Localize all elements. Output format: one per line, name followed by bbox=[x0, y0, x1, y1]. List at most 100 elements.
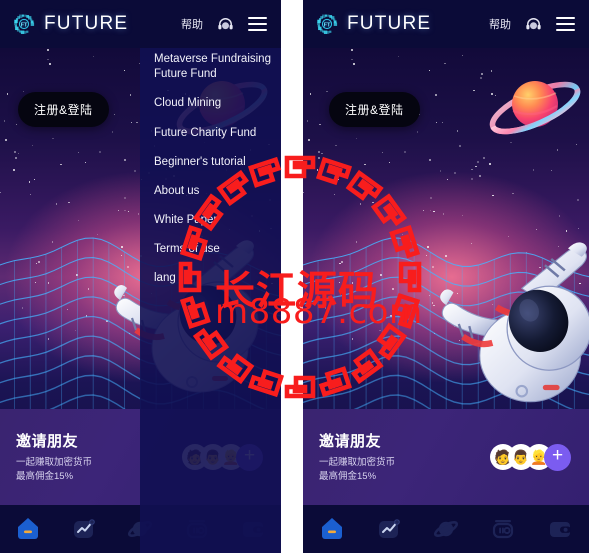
star bbox=[353, 62, 356, 65]
hamburger-bar bbox=[248, 28, 267, 32]
hamburger-bar bbox=[556, 22, 575, 26]
add-friend-button[interactable]: + bbox=[544, 443, 571, 471]
menu-item-cloud-mining[interactable]: Cloud Mining bbox=[154, 96, 281, 111]
star bbox=[52, 137, 54, 139]
star bbox=[123, 70, 125, 72]
menu-item-about-us[interactable]: About us bbox=[154, 184, 281, 199]
star bbox=[492, 194, 494, 197]
hamburger-bar bbox=[248, 22, 267, 26]
star bbox=[30, 194, 32, 196]
invite-title: 邀请朋友 bbox=[319, 433, 382, 451]
hamburger-menu-icon[interactable] bbox=[248, 16, 267, 32]
hamburger-menu-icon[interactable] bbox=[556, 16, 575, 32]
nav-item-market[interactable] bbox=[372, 512, 406, 546]
nav-item-planet[interactable] bbox=[429, 512, 463, 546]
star bbox=[439, 170, 441, 172]
star bbox=[333, 194, 335, 196]
star bbox=[473, 90, 475, 92]
star bbox=[3, 120, 5, 122]
star bbox=[49, 62, 52, 65]
future-logo-icon: FT bbox=[315, 12, 339, 36]
star bbox=[351, 59, 353, 61]
star bbox=[308, 139, 310, 141]
register-login-button[interactable]: 注册&登陆 bbox=[329, 92, 420, 127]
star bbox=[512, 192, 514, 195]
menu-item-charity-fund[interactable]: Future Charity Fund bbox=[154, 126, 281, 141]
menu-item-lang[interactable]: lang bbox=[154, 271, 281, 286]
menu-item-beginners-tutorial[interactable]: Beginner's tutorial bbox=[154, 155, 281, 170]
star bbox=[372, 201, 374, 204]
star bbox=[84, 161, 86, 163]
star bbox=[381, 151, 384, 154]
menu-item-metaverse-fund[interactable]: Metaverse Fundraising Future Fund bbox=[154, 52, 281, 82]
app-header-left: FT FUTURE 帮助 bbox=[0, 0, 281, 48]
star bbox=[428, 70, 431, 72]
star bbox=[471, 169, 473, 171]
star bbox=[337, 178, 339, 181]
headset-icon[interactable] bbox=[217, 16, 234, 33]
star bbox=[316, 169, 319, 171]
star bbox=[441, 121, 443, 123]
star bbox=[360, 203, 362, 205]
star bbox=[309, 93, 312, 95]
star bbox=[326, 90, 328, 92]
invite-subtitle-1: 一起赚取加密货币 bbox=[319, 457, 396, 469]
brand-title: FUTURE bbox=[347, 13, 432, 34]
star bbox=[14, 156, 17, 159]
star bbox=[532, 169, 534, 171]
menu-item-white-paper[interactable]: White Paper bbox=[154, 213, 281, 228]
star bbox=[31, 144, 34, 146]
star bbox=[14, 151, 17, 154]
brand-title: FUTURE bbox=[44, 13, 129, 34]
star bbox=[416, 131, 419, 133]
star bbox=[435, 122, 438, 124]
star bbox=[93, 56, 95, 58]
star bbox=[397, 56, 399, 58]
star bbox=[356, 137, 358, 139]
star bbox=[23, 90, 25, 92]
svg-text:FT: FT bbox=[21, 23, 28, 29]
star bbox=[459, 145, 461, 147]
nav-item-home[interactable] bbox=[315, 512, 349, 546]
star bbox=[461, 54, 464, 57]
invite-text-block: 邀请朋友 一起赚取加密货币 最高佣金15% bbox=[303, 430, 498, 484]
help-label[interactable]: 帮助 bbox=[489, 16, 511, 32]
star bbox=[454, 172, 456, 175]
nav-item-home[interactable] bbox=[11, 512, 45, 546]
register-login-button[interactable]: 注册&登陆 bbox=[18, 92, 109, 127]
star bbox=[111, 131, 114, 133]
star bbox=[550, 169, 553, 172]
nav-item-vault[interactable] bbox=[486, 512, 520, 546]
hamburger-bars bbox=[556, 16, 575, 32]
help-label[interactable]: 帮助 bbox=[181, 16, 203, 32]
star bbox=[68, 201, 70, 204]
nav-item-market[interactable] bbox=[67, 512, 101, 546]
headset-icon[interactable] bbox=[525, 16, 542, 33]
star bbox=[56, 203, 58, 205]
star bbox=[321, 152, 323, 154]
star bbox=[98, 151, 101, 154]
nav-item-wallet[interactable] bbox=[543, 512, 577, 546]
hamburger-bars bbox=[248, 16, 267, 32]
star bbox=[475, 166, 477, 168]
menu-item-terms-of-use[interactable]: Terms of use bbox=[154, 242, 281, 257]
hamburger-bar bbox=[248, 16, 267, 20]
invite-friends-banner-right[interactable]: 邀请朋友 一起赚取加密货币 最高佣金15% 🧑 👨 👱 + bbox=[303, 409, 589, 505]
star bbox=[13, 169, 15, 171]
star bbox=[60, 163, 62, 166]
star bbox=[317, 156, 320, 159]
star bbox=[123, 159, 126, 162]
dropdown-menu: Metaverse Fundraising Future Fund Cloud … bbox=[140, 40, 281, 553]
invite-avatar-group: 🧑 👨 👱 + bbox=[490, 443, 589, 471]
star bbox=[136, 121, 138, 123]
star bbox=[332, 181, 334, 183]
star bbox=[306, 120, 308, 122]
star bbox=[428, 159, 431, 162]
star bbox=[130, 122, 132, 124]
star bbox=[46, 48, 49, 51]
star bbox=[17, 152, 20, 154]
star bbox=[317, 151, 320, 154]
star bbox=[34, 178, 36, 181]
star bbox=[130, 94, 132, 96]
star bbox=[6, 93, 9, 95]
